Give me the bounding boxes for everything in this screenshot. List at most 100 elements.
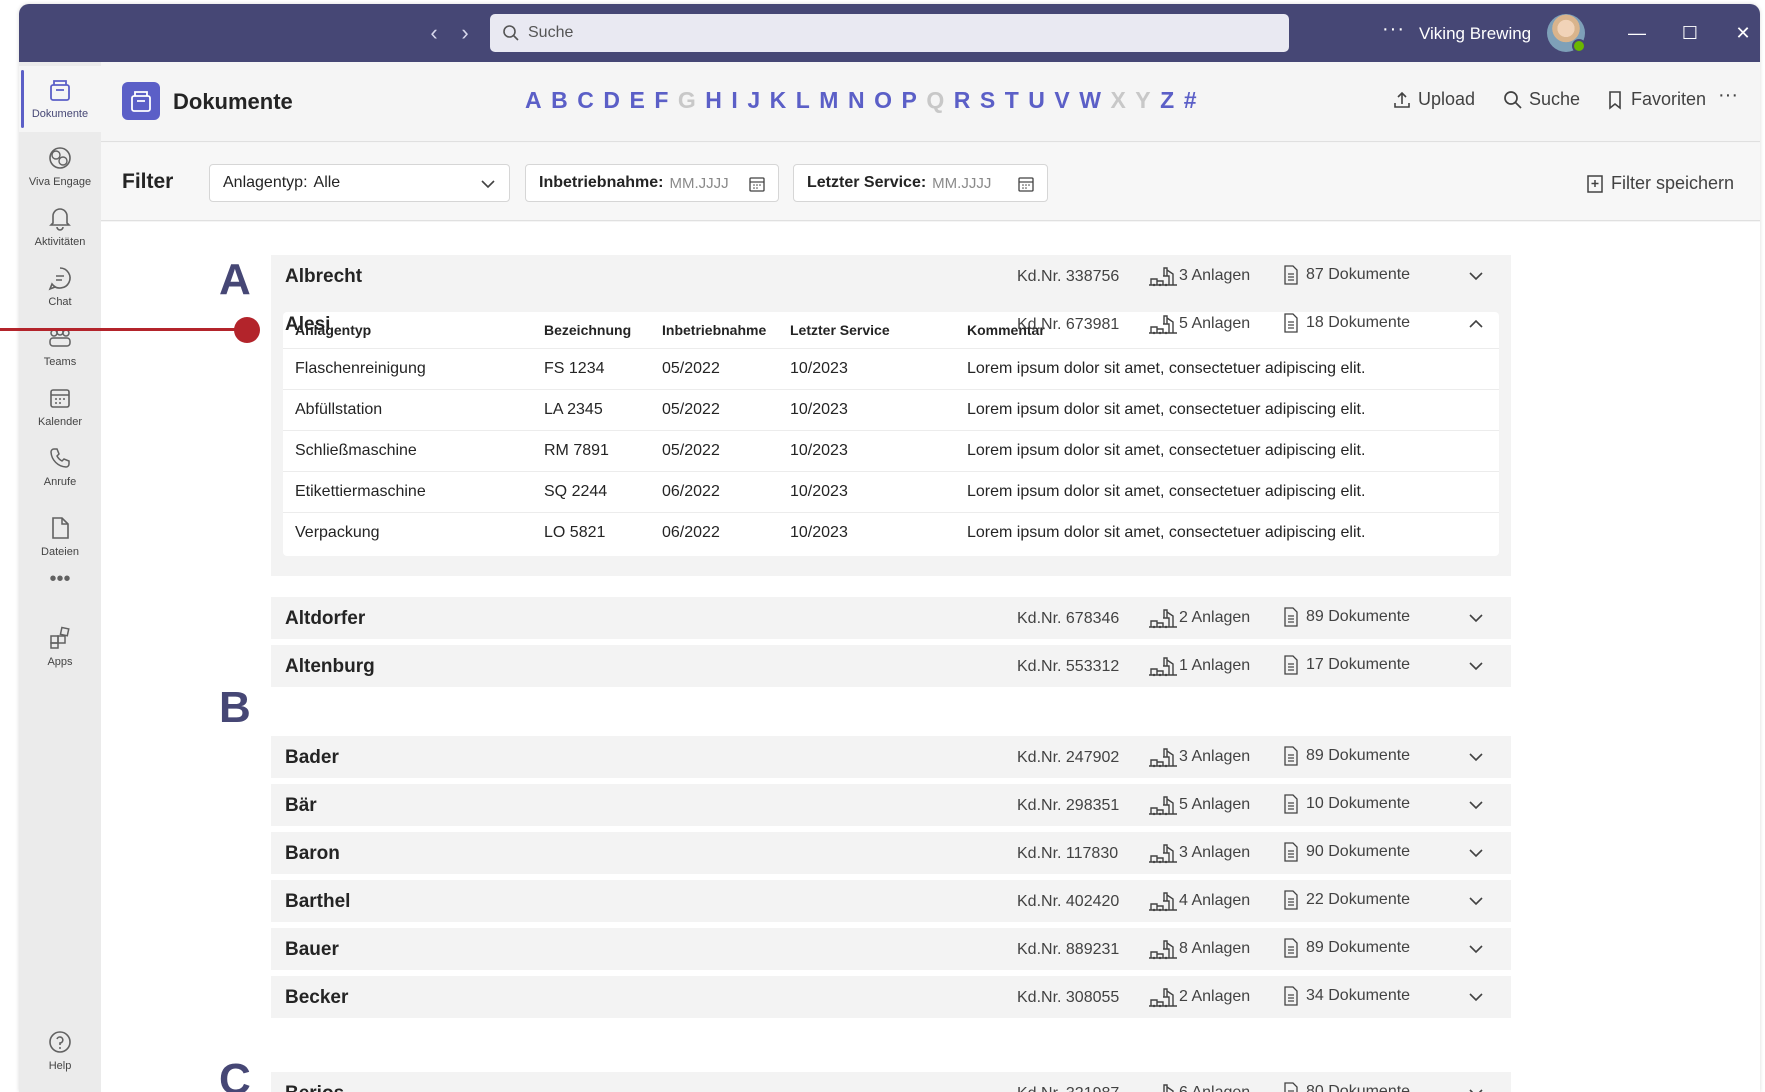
customer-name: Bauer [285, 939, 339, 960]
search-button[interactable]: Suche [1503, 89, 1580, 110]
rail-item-dokumente[interactable]: Dokumente [19, 66, 101, 132]
chevron-down-icon[interactable] [1467, 1084, 1485, 1092]
anlagen-count-label: 1 Anlagen [1179, 657, 1251, 674]
machine-icon [1149, 844, 1177, 864]
chevron-down-icon[interactable] [1467, 844, 1485, 862]
dokumente-count: 10 Dokumente [1283, 794, 1410, 814]
customer-row[interactable]: Barthel Kd.Nr. 402420 4 Anlagen 22 Dokument… [271, 880, 1511, 922]
customer-row[interactable]: Albrecht Kd.Nr. 338756 3 Anlagen 87 Dokumen… [271, 255, 1511, 297]
rail-item-apps[interactable]: Apps [19, 614, 101, 680]
close-icon[interactable]: ✕ [1728, 18, 1758, 48]
alphabet-letter[interactable]: I [731, 87, 737, 114]
calendar-icon[interactable] [748, 175, 766, 193]
chevron-down-icon[interactable] [1467, 796, 1485, 814]
anlagen-count: 4 Anlagen [1147, 889, 1250, 913]
chevron-up-icon[interactable] [1467, 315, 1485, 333]
table-row[interactable]: Flaschenreinigung FS 1234 05/2022 10/2023 Lo… [283, 348, 1499, 388]
phone-icon [50, 448, 70, 468]
anlagen-count-label: 6 Anlagen [1179, 1084, 1250, 1092]
customer-number: Kd.Nr. 402420 [1017, 893, 1120, 910]
alphabet-letter[interactable]: E [630, 87, 645, 114]
alphabet-letter[interactable]: V [1054, 87, 1069, 114]
more-options-icon[interactable]: ··· [1382, 18, 1405, 41]
favorites-button[interactable]: Favoriten [1605, 89, 1706, 110]
back-arrow-icon[interactable]: ‹ [422, 19, 446, 47]
alphabet-letter[interactable]: U [1028, 87, 1045, 114]
customer-row[interactable]: Bär Kd.Nr. 298351 5 Anlagen 10 Dokumente [271, 784, 1511, 826]
alphabet-letter[interactable]: F [654, 87, 668, 114]
alphabet-letter[interactable]: H [705, 87, 722, 114]
forward-arrow-icon[interactable]: › [453, 19, 477, 47]
alphabet-letter[interactable]: D [603, 87, 620, 114]
presence-available-icon [1572, 39, 1586, 53]
dokumente-count-label: 17 Dokumente [1306, 656, 1411, 673]
more-options-icon[interactable]: ··· [1718, 84, 1738, 107]
customer-number: Kd.Nr. 247902 [1017, 749, 1120, 766]
table-row[interactable]: Etikettiermaschine SQ 2244 06/2022 10/2023 L… [283, 471, 1499, 511]
chevron-down-icon[interactable] [1467, 748, 1485, 766]
table-row[interactable]: Schließmaschine RM 7891 05/2022 10/2023 Lore… [283, 430, 1499, 470]
customer-row[interactable]: Berios Kd.Nr. 321987 6 Anlagen 80 Dokumente [271, 1072, 1511, 1092]
alphabet-letter[interactable]: P [901, 87, 916, 114]
dokumente-count: 89 Dokumente [1283, 938, 1410, 958]
customer-row[interactable]: Becker Kd.Nr. 308055 2 Anlagen 34 Dokumente [271, 976, 1511, 1018]
rail-item-aktivitaeten[interactable]: Aktivitäten [19, 194, 101, 260]
alphabet-letter[interactable]: R [954, 87, 971, 114]
org-name[interactable]: Viking Brewing [1419, 24, 1531, 44]
alphabet-letter[interactable]: A [525, 87, 542, 114]
rail-item-anrufe[interactable]: Anrufe [19, 434, 101, 500]
app-rail: Dokumente Viva Engage Aktivitäten Chat T… [19, 62, 101, 1092]
alphabet-letter[interactable]: L [796, 87, 810, 114]
maximize-icon[interactable]: ☐ [1675, 18, 1705, 48]
table-cell: Etikettiermaschine [295, 483, 426, 500]
chevron-down-icon[interactable] [1467, 892, 1485, 910]
alphabet-letter[interactable]: K [770, 87, 787, 114]
more-apps-icon[interactable]: ••• [19, 568, 101, 591]
machine-icon [1149, 657, 1177, 677]
customer-row[interactable]: Baron Kd.Nr. 117830 3 Anlagen 90 Dokumente [271, 832, 1511, 874]
alphabet-letter[interactable]: S [980, 87, 995, 114]
save-filter-button[interactable]: Filter speichern [1585, 173, 1734, 194]
calendar-icon[interactable] [1017, 175, 1035, 193]
chevron-down-icon[interactable] [1467, 609, 1485, 627]
chevron-down-icon[interactable] [1467, 940, 1485, 958]
rail-item-help[interactable]: Help [19, 1018, 101, 1084]
alphabet-letter[interactable]: T [1005, 87, 1019, 114]
table-row[interactable]: Abfüllstation LA 2345 05/2022 10/2023 Lorem … [283, 389, 1499, 429]
bookmark-icon [1609, 90, 1621, 110]
alphabet-letter[interactable]: O [874, 87, 892, 114]
chevron-down-icon[interactable] [1467, 267, 1485, 285]
anlagen-count-label: 3 Anlagen [1179, 748, 1251, 765]
anlagen-count: 1 Anlagen [1147, 654, 1250, 678]
customer-number: Kd.Nr. 553312 [1017, 658, 1120, 675]
alphabet-letter[interactable]: M [819, 87, 838, 114]
alphabet-letter[interactable]: W [1079, 87, 1101, 114]
global-search[interactable] [490, 14, 1289, 52]
alphabet-letter[interactable]: Z [1160, 87, 1174, 114]
table-row[interactable]: Verpackung LO 5821 06/2022 10/2023 Lorem ips… [283, 512, 1499, 552]
rail-item-teams[interactable]: Teams [19, 314, 101, 380]
document-box-icon [122, 82, 160, 120]
customer-row[interactable]: Alesi Kd.Nr. 673981 5 Anlagen 18 Dokumente [271, 303, 1511, 345]
chevron-down-icon[interactable] [1467, 988, 1485, 1006]
rail-item-viva-engage[interactable]: Viva Engage [19, 134, 101, 200]
alphabet-letter[interactable]: C [577, 87, 594, 114]
alphabet-letter[interactable]: N [848, 87, 865, 114]
alphabet-letter[interactable]: J [747, 87, 760, 114]
global-search-input[interactable] [528, 14, 1268, 52]
alphabet-letter[interactable]: B [551, 87, 568, 114]
customer-row[interactable]: Bader Kd.Nr. 247902 3 Anlagen 89 Dokumente [271, 736, 1511, 778]
rail-item-kalender[interactable]: Kalender [19, 374, 101, 440]
minimize-icon[interactable]: — [1622, 18, 1652, 48]
chevron-down-icon[interactable] [1467, 657, 1485, 675]
upload-button[interactable]: Upload [1392, 89, 1475, 110]
anlagentyp-dropdown[interactable]: Anlagentyp: Alle [209, 164, 510, 202]
rail-item-dateien[interactable]: Dateien [19, 504, 101, 570]
customer-row[interactable]: Altdorfer Kd.Nr. 678346 2 Anlagen 89 Dokume… [271, 597, 1511, 639]
alphabet-letter[interactable]: # [1184, 87, 1197, 114]
letzter-service-date-field[interactable]: Letzter Service: MM.JJJJ [793, 164, 1048, 202]
inbetriebnahme-date-field[interactable]: Inbetriebnahme: MM.JJJJ [525, 164, 779, 202]
rail-item-chat[interactable]: Chat [19, 254, 101, 320]
customer-row[interactable]: Altenburg Kd.Nr. 553312 1 Anlagen 17 Dokume… [271, 645, 1511, 687]
customer-row[interactable]: Bauer Kd.Nr. 889231 8 Anlagen 89 Dokumente [271, 928, 1511, 970]
